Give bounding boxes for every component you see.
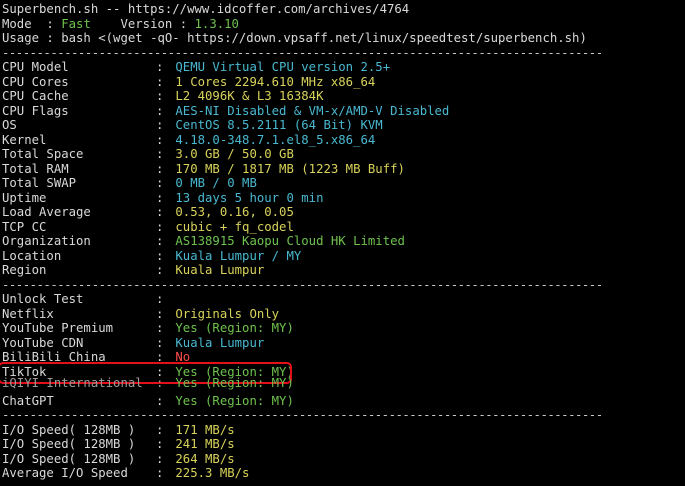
unlock-value: Yes (Region: MY) (175, 376, 294, 390)
sysinfo-value: AES-NI Disabled & VM-x/AMD-V Disabled (175, 103, 450, 118)
sysinfo-label: CPU Cache (2, 89, 69, 103)
sysinfo-value: AS138915 Kaopu Cloud HK Limited (175, 234, 405, 248)
io-value: 171 MB/s (175, 422, 235, 437)
sysinfo-value: cubic + fq_codel (175, 219, 294, 234)
sysinfo-row-cpu-cores: CPU Cores: 1 Cores 2294.610 MHz x86_64 (2, 74, 376, 89)
sysinfo-label: CPU Cores (2, 74, 69, 89)
sysinfo-value: 0.53, 0.16, 0.05 (175, 205, 294, 219)
sysinfo-row-total-ram: Total RAM: 170 MB / 1817 MB (1223 MB Buf… (2, 161, 405, 176)
unlock-row-youtube-premium: YouTube Premium: Yes (Region: MY) (2, 321, 294, 335)
sysinfo-row-tcp-cc: TCP CC: cubic + fq_codel (2, 219, 294, 234)
sysinfo-label: Region (2, 263, 47, 277)
usage-line: Usage : bash <(wget -qO- https://down.vp… (2, 31, 587, 45)
sysinfo-value: 13 days 5 hour 0 min (175, 190, 324, 205)
io-value: 225.3 MB/s (175, 466, 250, 480)
sysinfo-value: 3.0 GB / 50.0 GB (175, 147, 294, 161)
sysinfo-value: 170 MB / 1817 MB (1223 MB Buff) (175, 161, 405, 176)
unlock-row-bilibili: BiliBili China: No (2, 350, 191, 364)
sysinfo-row-load-average: Load Average: 0.53, 0.16, 0.05 (2, 205, 294, 219)
sysinfo-row-total-space: Total Space: 3.0 GB / 50.0 GB (2, 147, 294, 161)
mode-label: Mode : (2, 16, 62, 31)
unlock-title: Unlock Test (2, 292, 84, 306)
io-row-2: I/O Speed( 128MB ): 241 MB/s (2, 437, 235, 451)
io-value: 241 MB/s (175, 437, 235, 451)
mode-value: Fast (61, 16, 91, 31)
sysinfo-row-location: Location: Kuala Lumpur / MY (2, 248, 302, 263)
unlock-label: BiliBili China (2, 350, 106, 364)
unlock-row-iqiyi: iQIYI International: Yes (Region: MY) (2, 376, 294, 390)
sysinfo-value: L2 4096K & L3 16384K (175, 89, 324, 103)
separator: ----------------------------------------… (2, 408, 603, 422)
unlock-label: iQIYI International (2, 376, 143, 390)
sysinfo-row-region: Region: Kuala Lumpur (2, 263, 265, 277)
io-row-3: I/O Speed( 128MB ): 264 MB/s (2, 451, 235, 466)
unlock-value: Originals Only (175, 306, 280, 321)
sysinfo-row-cpu-flags: CPU Flags: AES-NI Disabled & VM-x/AMD-V … (2, 103, 450, 118)
sysinfo-label: Load Average (2, 205, 91, 219)
unlock-value: Yes (Region: MY) (175, 393, 294, 408)
sysinfo-label: Location (2, 248, 62, 263)
unlock-label: ChatGPT (2, 393, 54, 408)
io-label: I/O Speed( 128MB ) (2, 422, 136, 437)
version-label: Version : (90, 16, 195, 31)
mode-line: Mode : Fast Version : 1.3.10 (2, 17, 685, 32)
sysinfo-row-cpu-model: CPU Model: QEMU Virtual CPU version 2.5+ (2, 60, 391, 74)
unlock-label: YouTube Premium (2, 321, 114, 335)
sysinfo-row-os: OS: CentOS 8.5.2111 (64 Bit) KVM (2, 118, 383, 132)
io-label: Average I/O Speed (2, 466, 128, 480)
io-value: 264 MB/s (175, 451, 235, 466)
unlock-label: YouTube CDN (2, 335, 84, 350)
sysinfo-value: Kuala Lumpur (175, 263, 265, 277)
sysinfo-row-organization: Organization: AS138915 Kaopu Cloud HK Li… (2, 234, 405, 248)
sysinfo-row-kernel: Kernel: 4.18.0-348.7.1.el8_5.x86_64 (2, 132, 376, 147)
sysinfo-value: QEMU Virtual CPU version 2.5+ (175, 60, 391, 74)
sysinfo-label: Total RAM (2, 161, 69, 176)
io-row-1: I/O Speed( 128MB ): 171 MB/s (2, 422, 235, 437)
io-row-average: Average I/O Speed: 225.3 MB/s (2, 466, 250, 480)
sysinfo-row-uptime: Uptime: 13 days 5 hour 0 min (2, 190, 324, 205)
sysinfo-row-total-swap: Total SWAP: 0 MB / 0 MB (2, 176, 257, 190)
terminal-window[interactable]: Superbench.sh -- https://www.idcoffer.co… (0, 0, 685, 486)
sysinfo-value: CentOS 8.5.2111 (64 Bit) KVM (175, 118, 383, 132)
unlock-value: Kuala Lumpur (175, 335, 265, 350)
sysinfo-label: Total SWAP (2, 176, 77, 190)
io-label: I/O Speed( 128MB ) (2, 437, 136, 451)
sysinfo-label: Uptime (2, 190, 47, 205)
io-label: I/O Speed( 128MB ) (2, 451, 136, 466)
sysinfo-label: Kernel (2, 132, 47, 147)
sysinfo-label: Total Space (2, 147, 84, 161)
unlock-row-youtube-cdn: YouTube CDN: Kuala Lumpur (2, 335, 265, 350)
sysinfo-label: OS (2, 118, 17, 132)
sysinfo-label: CPU Model (2, 60, 69, 74)
version-value: 1.3.10 (194, 16, 239, 31)
separator: ----------------------------------------… (2, 45, 603, 60)
sysinfo-label: TCP CC (2, 219, 47, 234)
title-line: Superbench.sh -- https://www.idcoffer.co… (2, 2, 410, 16)
unlock-value: Yes (Region: MY) (175, 321, 294, 335)
unlock-row-chatgpt: ChatGPT: Yes (Region: MY) (2, 393, 294, 408)
sysinfo-value: Kuala Lumpur / MY (175, 248, 302, 263)
unlock-label: Netflix (2, 306, 54, 321)
sysinfo-label: CPU Flags (2, 103, 69, 118)
separator: ----------------------------------------… (2, 277, 603, 292)
sysinfo-label: Organization (2, 234, 91, 248)
sysinfo-value: 1 Cores 2294.610 MHz x86_64 (175, 74, 376, 89)
sysinfo-row-cpu-cache: CPU Cache: L2 4096K & L3 16384K (2, 89, 324, 103)
sysinfo-value: 4.18.0-348.7.1.el8_5.x86_64 (175, 132, 376, 147)
unlock-value: No (175, 350, 191, 364)
sysinfo-value: 0 MB / 0 MB (175, 176, 257, 190)
unlock-row-netflix: Netflix: Originals Only (2, 306, 280, 321)
unlock-title-row: Unlock Test: (2, 292, 164, 306)
